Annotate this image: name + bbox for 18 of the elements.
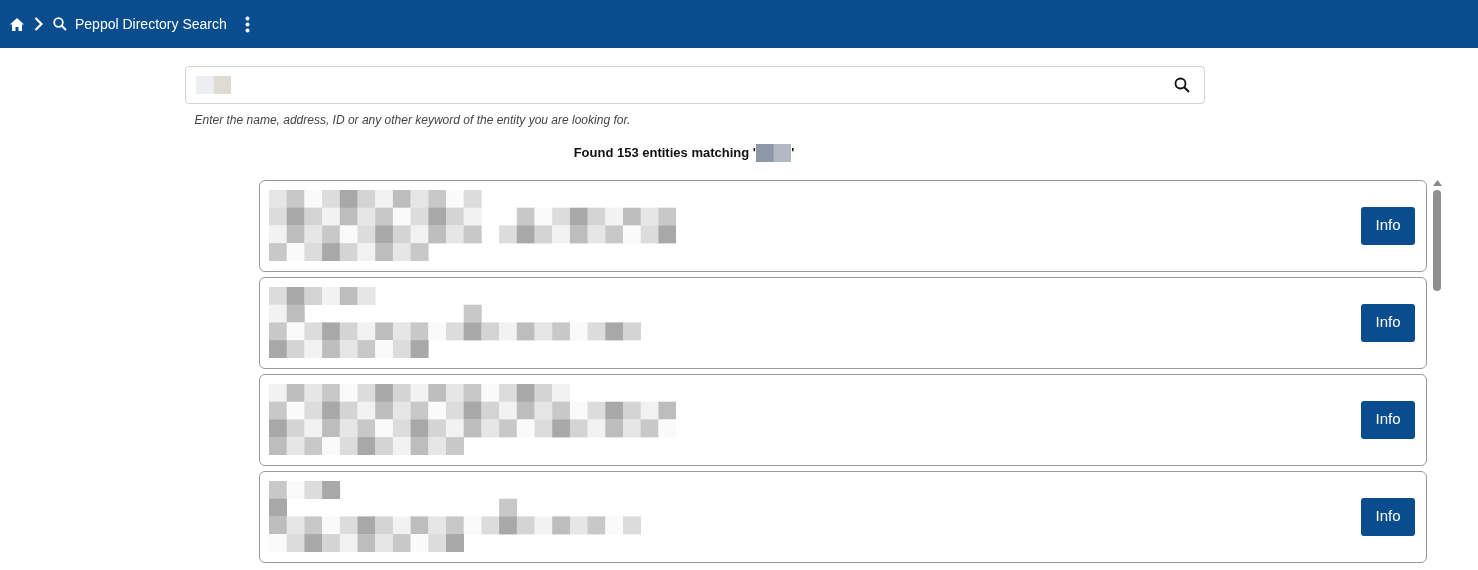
redacted-mosaic [755, 143, 792, 162]
search-hint: Enter the name, address, ID or any other keyword of the entity you are looking for. [194, 112, 632, 129]
more-menu-icon[interactable] [244, 15, 250, 33]
chevron-right-icon [34, 17, 43, 31]
redacted-mosaic [195, 76, 231, 94]
scrollbar-thumb[interactable] [1433, 189, 1441, 291]
info-button[interactable]: Info [1361, 206, 1415, 245]
search-field[interactable] [184, 66, 1205, 104]
info-button[interactable]: Info [1361, 497, 1415, 536]
page-title[interactable]: Peppol Directory Search [75, 13, 227, 35]
closing-quote: ' [791, 144, 795, 162]
info-button[interactable]: Info [1361, 303, 1415, 342]
search-icon [53, 17, 67, 31]
results-summary: Found 153 entities matching ' [573, 144, 756, 162]
info-button[interactable]: Info [1361, 400, 1415, 439]
search-icon[interactable] [1173, 77, 1190, 93]
scroll-up-icon[interactable] [1432, 179, 1442, 186]
home-icon[interactable] [10, 17, 24, 31]
